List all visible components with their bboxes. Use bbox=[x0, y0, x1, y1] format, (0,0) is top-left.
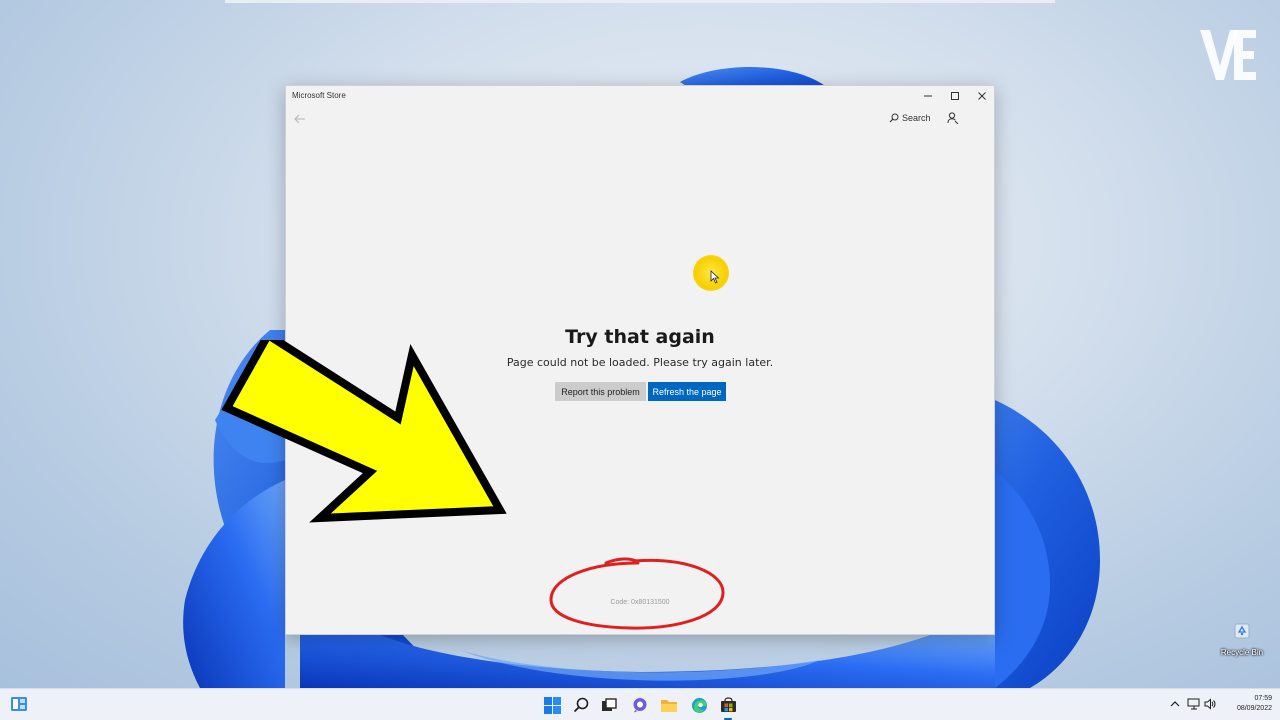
task-view-icon bbox=[602, 698, 617, 711]
maximize-icon bbox=[951, 92, 959, 100]
volume-icon[interactable] bbox=[1204, 698, 1216, 710]
mouse-cursor-icon bbox=[710, 270, 720, 284]
minimize-icon bbox=[924, 95, 932, 97]
close-button[interactable] bbox=[968, 86, 996, 106]
chat-icon bbox=[633, 698, 647, 713]
report-problem-button[interactable]: Report this problem bbox=[555, 382, 646, 401]
clock-date: 08/09/2022 bbox=[1236, 705, 1272, 712]
recycle-bin[interactable]: Recycle Bin bbox=[1216, 620, 1268, 664]
start-button[interactable] bbox=[542, 695, 562, 715]
close-icon bbox=[978, 92, 986, 100]
person-icon bbox=[947, 112, 959, 124]
taskbar-search-button[interactable] bbox=[571, 695, 591, 715]
tray-clock[interactable]: 07:59 08/09/2022 bbox=[1220, 694, 1272, 714]
network-icon[interactable] bbox=[1187, 698, 1201, 710]
search-icon bbox=[889, 113, 899, 123]
file-explorer-icon bbox=[661, 699, 677, 712]
window-title: Microsoft Store bbox=[292, 91, 346, 100]
file-explorer-button[interactable] bbox=[659, 695, 679, 715]
task-view-button[interactable] bbox=[599, 695, 619, 715]
back-arrow-icon bbox=[294, 114, 305, 124]
clock-time: 07:59 bbox=[1254, 695, 1272, 702]
edge-button[interactable] bbox=[689, 695, 709, 715]
annotation-arrow bbox=[221, 340, 507, 523]
watermark-logo bbox=[1200, 30, 1256, 80]
recycle-bin-label: Recycle Bin bbox=[1220, 648, 1264, 657]
search-icon bbox=[573, 697, 589, 713]
refresh-page-button[interactable]: Refresh the page bbox=[648, 382, 726, 401]
minimize-button[interactable] bbox=[914, 86, 942, 106]
recycle-bin-icon bbox=[1234, 623, 1250, 639]
store-icon bbox=[720, 697, 736, 712]
taskbar: 07:59 08/09/2022 bbox=[0, 688, 1280, 720]
search-button[interactable]: Search bbox=[889, 111, 931, 125]
search-label: Search bbox=[902, 113, 931, 123]
maximize-button[interactable] bbox=[941, 86, 969, 106]
start-icon bbox=[543, 696, 561, 714]
chevron-up-icon[interactable] bbox=[1169, 699, 1181, 709]
account-button[interactable] bbox=[945, 110, 961, 126]
widgets-icon[interactable] bbox=[10, 696, 28, 712]
back-button[interactable] bbox=[292, 112, 308, 126]
edge-icon bbox=[691, 697, 707, 713]
title-bar[interactable]: Microsoft Store bbox=[286, 86, 994, 106]
store-button[interactable] bbox=[718, 695, 738, 720]
chat-button[interactable] bbox=[630, 695, 650, 715]
annotation-circle bbox=[549, 557, 725, 630]
